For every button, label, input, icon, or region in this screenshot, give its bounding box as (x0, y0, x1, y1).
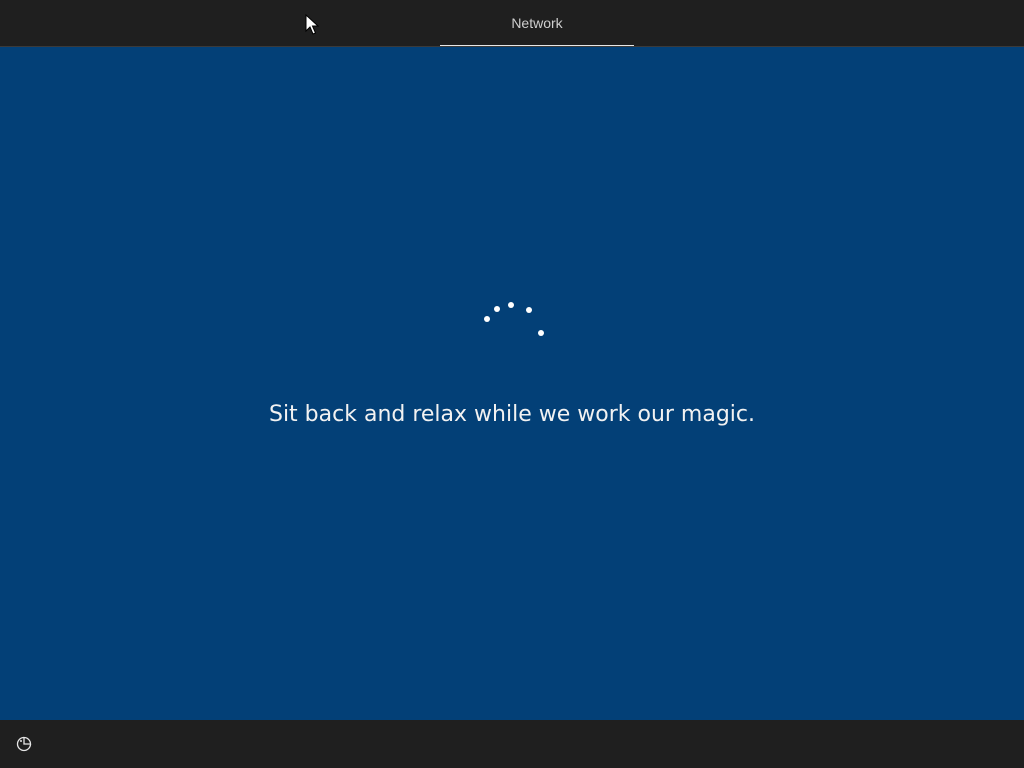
mouse-pointer-icon (305, 14, 319, 35)
ease-of-access-button[interactable] (12, 732, 36, 756)
ease-of-access-icon (16, 736, 32, 752)
tab-network: Network (440, 0, 634, 47)
spinner-dot (494, 306, 500, 312)
top-bar: Network (0, 0, 1024, 47)
spinner-dot (484, 316, 490, 322)
spinner-dot (526, 307, 532, 313)
spinner-dot (538, 330, 544, 336)
spinner-dot (508, 302, 514, 308)
status-message: Sit back and relax while we work our mag… (268, 402, 756, 427)
main-content: Sit back and relax while we work our mag… (0, 47, 1024, 720)
tab-network-label: Network (511, 15, 563, 31)
bottom-bar (0, 720, 1024, 768)
loading-spinner-icon (480, 300, 550, 340)
